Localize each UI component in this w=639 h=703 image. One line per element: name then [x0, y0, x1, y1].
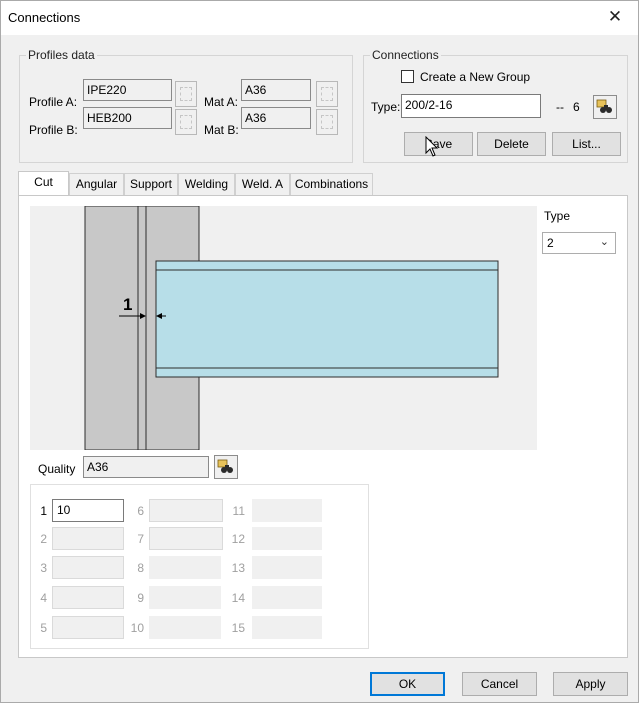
tab-angular[interactable]: Angular	[69, 173, 124, 195]
grid-field-11[interactable]	[252, 499, 322, 522]
mat-a-picker-button[interactable]	[316, 81, 338, 107]
connection-type-field[interactable]: 200/2-16	[401, 94, 541, 118]
quality-field[interactable]: A36	[83, 456, 209, 478]
close-icon[interactable]: ✕	[592, 1, 638, 35]
picker-icon	[321, 115, 333, 129]
grid-label-7: 7	[137, 532, 144, 546]
delete-button[interactable]: Delete	[477, 132, 546, 156]
grid-label-13: 13	[231, 561, 245, 575]
profile-b-field[interactable]: HEB200	[83, 107, 172, 129]
picker-icon	[180, 115, 192, 129]
grid-field-9[interactable]	[149, 586, 221, 609]
grid-field-5[interactable]	[52, 616, 124, 639]
grid-label-9: 9	[137, 591, 144, 605]
create-group-checkbox[interactable]	[401, 70, 414, 83]
browse-connections-button[interactable]	[593, 95, 617, 119]
grid-field-6[interactable]	[149, 499, 223, 522]
grid-label-14: 14	[231, 591, 245, 605]
quality-label: Quality	[38, 462, 76, 476]
cut-type-select[interactable]: 2 ⌄	[542, 232, 616, 254]
create-group-label: Create a New Group	[420, 70, 531, 84]
grid-label-15: 15	[231, 621, 245, 635]
grid-label-3: 3	[40, 561, 47, 575]
chevron-down-icon: ⌄	[599, 236, 609, 248]
cancel-button[interactable]: Cancel	[462, 672, 537, 696]
grid-label-10: 10	[130, 621, 144, 635]
picker-icon	[321, 87, 333, 101]
tab-weld-a[interactable]: Weld. A	[235, 173, 290, 195]
dimension-label: 1	[123, 295, 133, 314]
profile-a-field[interactable]: IPE220	[83, 79, 172, 101]
connection-diagram	[84, 206, 499, 450]
grid-field-2[interactable]	[52, 527, 124, 550]
beam-section	[155, 260, 499, 378]
tab-cut[interactable]: Cut	[18, 171, 69, 195]
grid-field-13[interactable]	[252, 556, 322, 579]
grid-label-8: 8	[137, 561, 144, 575]
title-bar: Connections ✕	[1, 1, 638, 35]
connection-drawing: 1	[30, 206, 537, 450]
grid-label-11: 11	[232, 504, 245, 518]
mouse-cursor-icon	[425, 136, 439, 157]
binoculars-icon	[217, 459, 233, 473]
mat-b-label: Mat B:	[204, 123, 239, 137]
apply-button[interactable]: Apply	[553, 672, 628, 696]
profile-b-label: Profile B:	[29, 123, 78, 137]
grid-label-12: 12	[231, 532, 245, 546]
ok-button[interactable]: OK	[370, 672, 445, 696]
tab-support[interactable]: Support	[124, 173, 178, 195]
window-title: Connections	[8, 10, 81, 25]
picker-icon	[180, 87, 192, 101]
quality-browse-button[interactable]	[214, 455, 238, 479]
grid-label-5: 5	[40, 621, 47, 635]
grid-label-2: 2	[40, 532, 47, 546]
tab-welding[interactable]: Welding	[178, 173, 235, 195]
grid-field-4[interactable]	[52, 586, 124, 609]
grid-label-4: 4	[40, 591, 47, 605]
binoculars-icon	[596, 99, 612, 113]
grid-field-15[interactable]	[252, 616, 322, 639]
profile-a-label: Profile A:	[29, 95, 78, 109]
cut-type-label: Type	[544, 209, 571, 223]
mat-b-picker-button[interactable]	[316, 109, 338, 135]
tab-combinations[interactable]: Combinations	[290, 173, 373, 195]
mat-b-field[interactable]: A36	[241, 107, 311, 129]
cut-type-value: 2	[547, 236, 554, 250]
connections-legend: Connections	[372, 48, 439, 62]
grid-label-1: 1	[40, 504, 47, 518]
grid-field-3[interactable]	[52, 556, 124, 579]
profile-b-picker-button[interactable]	[175, 109, 197, 135]
grid-field-1[interactable]: 10	[52, 499, 124, 522]
connection-count: 6	[573, 100, 580, 114]
grid-field-7[interactable]	[149, 527, 223, 550]
grid-field-8[interactable]	[149, 556, 221, 579]
profile-a-picker-button[interactable]	[175, 81, 197, 107]
mat-a-label: Mat A:	[204, 95, 239, 109]
type-label: Type:	[371, 100, 401, 114]
grid-field-14[interactable]	[252, 586, 322, 609]
grid-field-12[interactable]	[252, 527, 322, 550]
profiles-data-legend: Profiles data	[28, 48, 95, 62]
connections-dialog: Connections ✕ Profiles data Profile A: I…	[0, 0, 639, 703]
type-separator: --	[556, 100, 564, 114]
grid-label-6: 6	[137, 504, 144, 518]
mat-a-field[interactable]: A36	[241, 79, 311, 101]
list-button[interactable]: List...	[552, 132, 621, 156]
grid-field-10[interactable]	[149, 616, 221, 639]
